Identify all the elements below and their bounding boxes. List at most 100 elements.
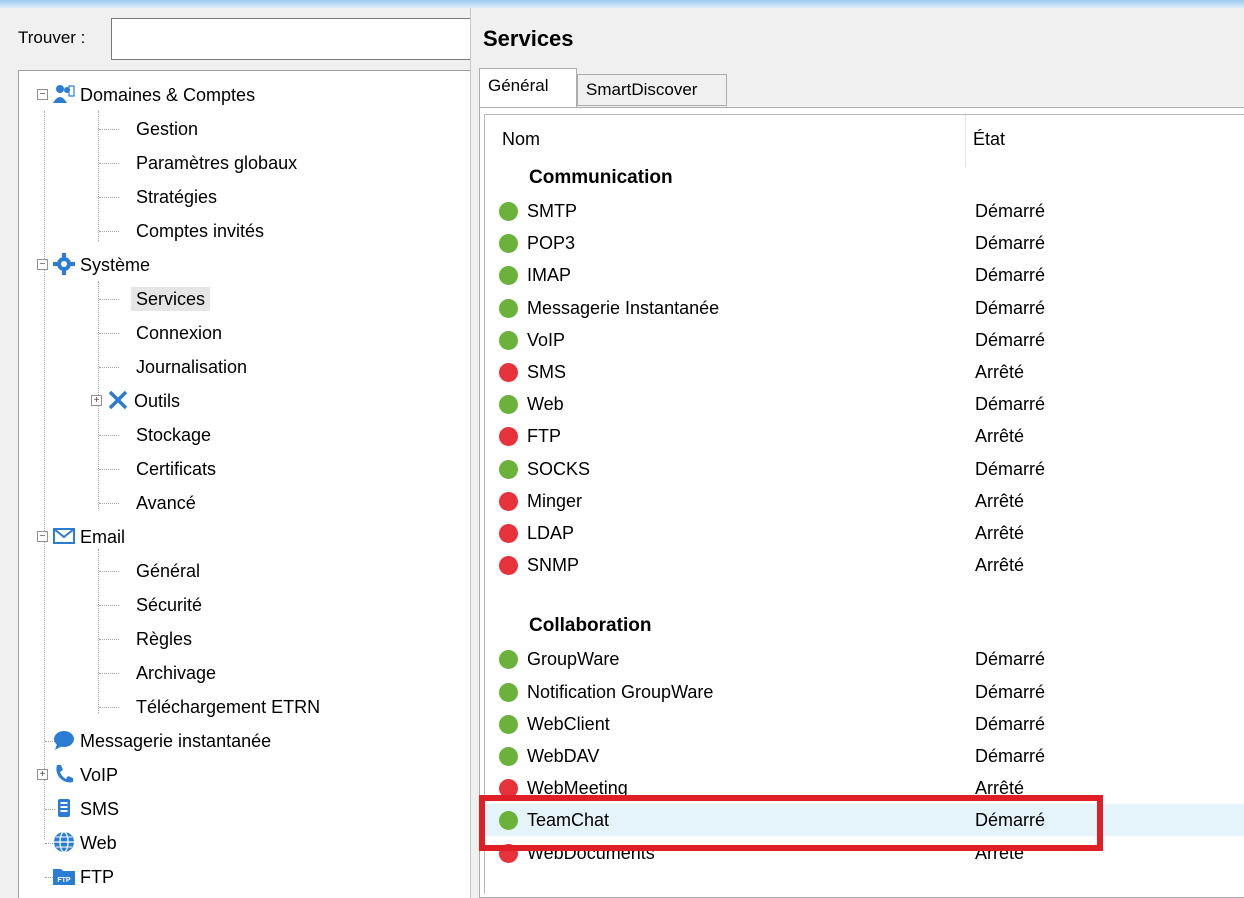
service-state: Arrêté bbox=[975, 426, 1025, 447]
status-running-icon bbox=[499, 202, 518, 221]
service-name: WebClient bbox=[527, 713, 610, 734]
tab-general[interactable]: Général bbox=[479, 68, 577, 108]
tab-smartdiscover[interactable]: SmartDiscover bbox=[577, 74, 727, 106]
service-row[interactable]: Messagerie Instantanée Démarré bbox=[485, 292, 1244, 324]
service-row[interactable]: SOCKS Démarré bbox=[485, 453, 1244, 485]
tree-item-strategies[interactable]: Stratégies bbox=[91, 181, 222, 213]
tree-item-journalisation[interactable]: Journalisation bbox=[91, 351, 252, 383]
service-name: Notification GroupWare bbox=[527, 681, 714, 702]
service-row[interactable]: WebClient Démarré bbox=[485, 708, 1244, 740]
tree-node-email[interactable]: − Email bbox=[37, 521, 130, 553]
service-row[interactable]: GroupWare Démarré bbox=[485, 643, 1244, 675]
tree-item-gestion[interactable]: Gestion bbox=[91, 113, 203, 145]
tree-node-ftp[interactable]: FTP FTP bbox=[37, 861, 119, 893]
status-stopped-icon bbox=[499, 363, 518, 382]
service-state: Démarré bbox=[975, 233, 1046, 254]
envelope-icon bbox=[53, 528, 75, 544]
window-top-edge bbox=[0, 0, 1244, 8]
tree-item-telechargement-etrn[interactable]: Téléchargement ETRN bbox=[91, 691, 325, 723]
tree-item-stockage[interactable]: Stockage bbox=[91, 419, 216, 451]
tree-label: Domaines & Comptes bbox=[80, 85, 256, 105]
tree-item-connexion[interactable]: Connexion bbox=[91, 317, 227, 349]
navigation-tree[interactable]: − Domaines & Comptes Gestion Paramètres … bbox=[18, 70, 478, 898]
tree-node-sms[interactable]: SMS bbox=[37, 793, 124, 825]
expand-icon[interactable]: + bbox=[37, 769, 48, 780]
tree-label: Email bbox=[80, 527, 126, 547]
service-name: Messagerie Instantanée bbox=[527, 297, 720, 318]
status-running-icon bbox=[499, 650, 518, 670]
service-row[interactable]: Minger Arrêté bbox=[485, 485, 1244, 517]
column-header-etat[interactable]: État bbox=[973, 129, 1005, 150]
service-state: Arrêté bbox=[975, 555, 1025, 576]
service-name: LDAP bbox=[527, 523, 575, 543]
service-name: SMS bbox=[527, 362, 567, 382]
tree-label: Système bbox=[80, 255, 151, 275]
chat-bubble-icon bbox=[54, 731, 74, 750]
service-row[interactable]: LDAP Arrêté bbox=[485, 517, 1244, 549]
service-row[interactable]: IMAP Démarré bbox=[485, 259, 1244, 291]
service-name: WebDAV bbox=[527, 746, 600, 766]
service-row[interactable]: Web Démarré bbox=[485, 388, 1244, 420]
collapse-icon[interactable]: − bbox=[37, 89, 48, 100]
service-name: VoIP bbox=[527, 329, 566, 350]
tab-panel: Nom État Communication SMTP Démarré POP3 Dém… bbox=[479, 107, 1244, 898]
status-running-icon bbox=[499, 330, 518, 350]
tree-item-avance[interactable]: Avancé bbox=[91, 487, 201, 519]
service-row[interactable]: Notification GroupWare Démarré bbox=[485, 676, 1244, 708]
service-row[interactable]: VoIP Démarré bbox=[485, 324, 1244, 356]
service-state: Démarré bbox=[975, 649, 1046, 670]
service-name: POP3 bbox=[527, 233, 576, 254]
page-title: Services bbox=[483, 26, 574, 51]
status-running-icon bbox=[499, 714, 518, 734]
tree-node-systeme[interactable]: − Système bbox=[37, 249, 155, 281]
service-row[interactable]: SMS Arrêté bbox=[485, 356, 1244, 388]
status-stopped-icon bbox=[499, 491, 518, 511]
highlight-box bbox=[479, 795, 1103, 851]
service-name: GroupWare bbox=[527, 649, 620, 670]
tree-item-parametres-globaux[interactable]: Paramètres globaux bbox=[91, 147, 302, 179]
navigation-pane: Trouver : − Domaines & Comptes Gestion P… bbox=[8, 8, 478, 898]
tree-item-regles[interactable]: Règles bbox=[91, 623, 197, 655]
services-list[interactable]: Nom État Communication SMTP Démarré POP3 Dém… bbox=[484, 114, 1244, 894]
tree-item-comptes-invites[interactable]: Comptes invités bbox=[91, 215, 269, 247]
tree-item-services[interactable]: Services bbox=[91, 283, 211, 315]
service-name: SNMP bbox=[527, 555, 580, 576]
expand-icon[interactable]: + bbox=[91, 395, 102, 406]
service-row[interactable]: SMTP Démarré bbox=[485, 195, 1244, 227]
status-running-icon bbox=[499, 395, 518, 415]
group-header: Communication bbox=[529, 167, 673, 188]
collapse-icon[interactable]: − bbox=[37, 259, 48, 270]
service-row[interactable]: POP3 Démarré bbox=[485, 227, 1244, 259]
tree-node-messagerie-instantanee[interactable]: Messagerie instantanée bbox=[37, 725, 276, 757]
collapse-icon[interactable]: − bbox=[37, 531, 48, 542]
tree-node-web[interactable]: Web bbox=[37, 827, 122, 859]
status-stopped-icon bbox=[499, 427, 518, 447]
column-separator[interactable] bbox=[965, 115, 966, 167]
service-name: SOCKS bbox=[527, 458, 591, 479]
tree-node-voip[interactable]: + VoIP bbox=[37, 759, 123, 791]
tree-node-domaines-comptes[interactable]: − Domaines & Comptes bbox=[37, 79, 260, 111]
service-row[interactable]: WebDAV Démarré bbox=[485, 740, 1244, 772]
service-name: Web bbox=[527, 394, 564, 415]
tree-item-certificats[interactable]: Certificats bbox=[91, 453, 221, 485]
tree-item-general[interactable]: Général bbox=[91, 555, 205, 587]
tools-icon bbox=[108, 390, 128, 410]
service-state: Arrêté bbox=[975, 362, 1025, 382]
service-state: Démarré bbox=[975, 458, 1046, 479]
globe-icon bbox=[54, 831, 74, 853]
status-running-icon bbox=[499, 234, 518, 254]
service-row[interactable]: FTP Arrêté bbox=[485, 420, 1244, 452]
status-stopped-icon bbox=[499, 524, 518, 543]
column-header-nom[interactable]: Nom bbox=[502, 129, 540, 150]
status-running-icon bbox=[499, 266, 518, 286]
status-running-icon bbox=[499, 747, 518, 766]
service-row[interactable]: SNMP Arrêté bbox=[485, 549, 1244, 581]
users-icon bbox=[53, 85, 75, 103]
service-name: IMAP bbox=[527, 265, 572, 286]
service-state: Démarré bbox=[975, 713, 1046, 734]
tree-item-archivage[interactable]: Archivage bbox=[91, 657, 221, 689]
tree-item-securite[interactable]: Sécurité bbox=[91, 589, 207, 621]
tree-node-outils[interactable]: + Outils bbox=[91, 385, 185, 417]
find-input[interactable] bbox=[111, 18, 473, 60]
status-running-icon bbox=[499, 682, 518, 702]
